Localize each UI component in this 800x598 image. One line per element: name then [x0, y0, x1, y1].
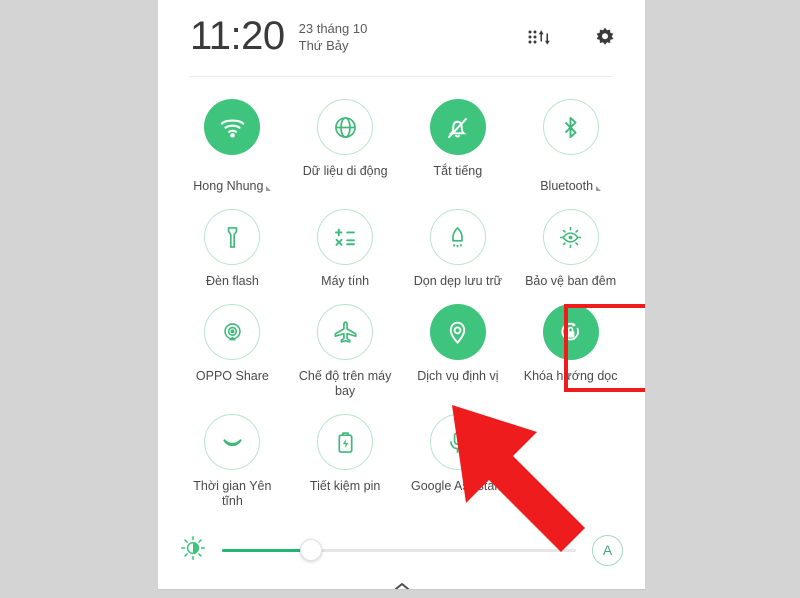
- clock-time: 11:20: [190, 14, 285, 58]
- toggle-airplane-mode[interactable]: Chế độ trên máy bay: [289, 298, 402, 399]
- toggle-label: Bảo vệ ban đêm: [525, 274, 617, 288]
- bluetooth-icon[interactable]: [542, 99, 599, 155]
- toggle-google-assistant[interactable]: Google Assistant: [402, 408, 515, 509]
- airplane-icon[interactable]: [317, 304, 374, 360]
- moon-icon[interactable]: [204, 414, 261, 470]
- auto-brightness-label: A: [602, 542, 613, 558]
- toggle-label: OPPO Share: [195, 369, 269, 383]
- toggle-bluetooth[interactable]: Bluetooth: [514, 93, 627, 194]
- toggle-wifi[interactable]: Hong Nhung: [176, 93, 289, 194]
- header-actions: [527, 14, 617, 50]
- flashlight-icon[interactable]: [204, 209, 261, 265]
- toggle-label: Chế độ trên máy bay: [298, 369, 392, 398]
- quick-settings-panel: 11:20 23 tháng 10 Thứ Bảy Hong Nhung Dữ …: [158, 0, 645, 590]
- toggle-label: Dịch vụ định vị: [417, 369, 499, 383]
- toggle-battery-saver[interactable]: Tiết kiệm pin: [289, 408, 402, 509]
- toggle-row: Hong Nhung Dữ liệu di động Tắt tiếng Blu…: [176, 93, 627, 194]
- toggle-mute[interactable]: Tắt tiếng: [402, 93, 515, 194]
- toggle-flashlight[interactable]: Đèn flash: [176, 203, 289, 289]
- toggle-label: Google Assistant: [410, 479, 505, 493]
- chevron-expand-icon[interactable]: [266, 186, 272, 191]
- toggle-location-services[interactable]: Dịch vụ định vị: [402, 298, 515, 399]
- globe-icon[interactable]: [317, 99, 374, 155]
- bell-off-icon[interactable]: [429, 99, 486, 155]
- slider-thumb[interactable]: [299, 539, 322, 561]
- toggle-calculator[interactable]: Máy tính: [289, 203, 402, 289]
- status-header: 11:20 23 tháng 10 Thứ Bảy: [158, 0, 645, 76]
- brightness-icon: [180, 535, 206, 566]
- toggle-label: Khóa hướng dọc: [523, 369, 618, 383]
- night-shield-eye-icon[interactable]: [542, 209, 599, 265]
- toggle-row: Thời gian Yên tĩnh Tiết kiệm pin Google …: [176, 408, 627, 509]
- toggle-mobile-data[interactable]: Dữ liệu di động: [289, 93, 402, 194]
- toggle-night-protection[interactable]: Bảo vệ ban đêm: [514, 203, 627, 289]
- toggle-oppo-share[interactable]: OPPO Share: [176, 298, 289, 399]
- wifi-icon[interactable]: [204, 99, 261, 155]
- clock-block: 11:20 23 tháng 10 Thứ Bảy: [190, 14, 367, 58]
- toggle-label: Hong Nhung: [193, 179, 264, 193]
- data-transfer-icon[interactable]: [527, 26, 551, 50]
- clock-date-block: 23 tháng 10 Thứ Bảy: [299, 20, 368, 54]
- calculator-icon[interactable]: [317, 209, 374, 265]
- chevron-up-icon[interactable]: [391, 580, 413, 589]
- toggle-storage-cleanup[interactable]: Dọn dẹp lưu trữ: [402, 203, 515, 289]
- toggle-label-wrap: Bluetooth: [540, 164, 602, 194]
- toggle-label-wrap: Hong Nhung: [193, 164, 272, 194]
- chevron-expand-icon[interactable]: [596, 186, 602, 191]
- auto-brightness-button[interactable]: A: [592, 534, 623, 566]
- toggle-label: Đèn flash: [205, 274, 259, 288]
- date-text: 23 tháng 10: [298, 21, 368, 36]
- toggle-label: Tắt tiếng: [433, 164, 483, 178]
- toggle-quiet-time[interactable]: Thời gian Yên tĩnh: [176, 408, 289, 509]
- brightness-row: A: [158, 518, 645, 572]
- toggle-rotation-lock[interactable]: Khóa hướng dọc: [514, 298, 627, 399]
- slider-fill: [222, 548, 311, 552]
- battery-saver-icon[interactable]: [317, 414, 374, 470]
- toggle-label: Tiết kiệm pin: [309, 479, 381, 493]
- toggle-empty-slot: [514, 408, 627, 509]
- brightness-slider[interactable]: [222, 539, 576, 561]
- toggle-label: Thời gian Yên tĩnh: [193, 479, 272, 508]
- toggle-label: Dữ liệu di động: [302, 164, 388, 178]
- toggle-label: Máy tính: [321, 274, 370, 288]
- toggle-row: OPPO Share Chế độ trên máy bay Dịch vụ đ…: [176, 298, 627, 399]
- gear-icon[interactable]: [593, 26, 617, 50]
- toggle-label: Bluetooth: [540, 179, 594, 193]
- screenshot-root: 11:20 23 tháng 10 Thứ Bảy Hong Nhung Dữ …: [0, 0, 800, 598]
- panel-footer: [158, 572, 645, 589]
- microphone-icon[interactable]: [429, 414, 486, 470]
- toggle-label: Dọn dẹp lưu trữ: [413, 274, 503, 288]
- weekday-text: Thứ Bảy: [298, 38, 349, 53]
- toggle-grid: Hong Nhung Dữ liệu di động Tắt tiếng Blu…: [158, 77, 645, 509]
- oppo-share-icon[interactable]: [204, 304, 261, 360]
- toggle-row: Đèn flash Máy tính Dọn dẹp lưu trữ Bảo v…: [176, 203, 627, 289]
- location-pin-icon[interactable]: [429, 304, 486, 360]
- storage-cleanup-icon[interactable]: [429, 209, 486, 265]
- rotation-lock-icon[interactable]: [542, 304, 599, 360]
